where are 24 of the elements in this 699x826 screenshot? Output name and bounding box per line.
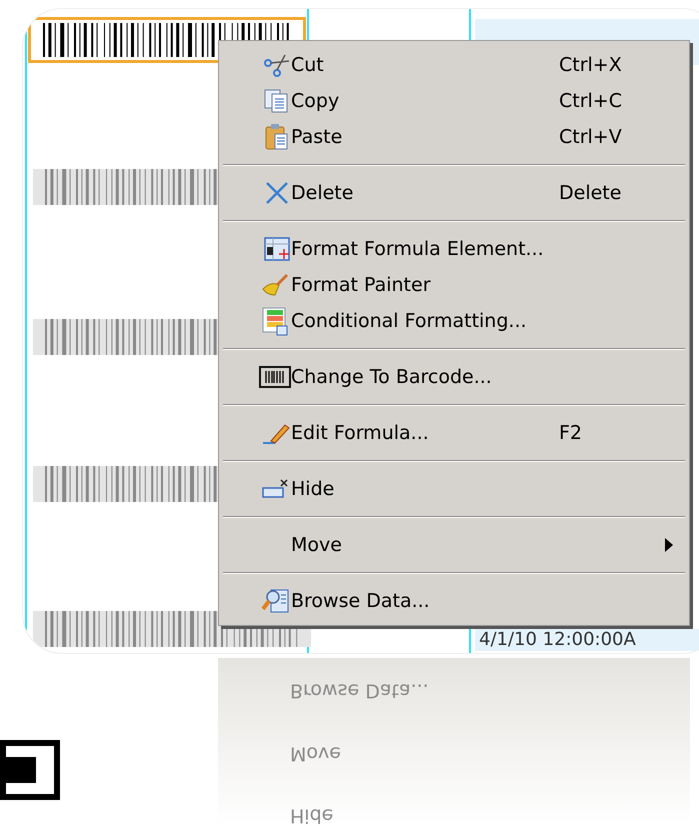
menu-item[interactable]: Format Painter — [219, 267, 689, 303]
date-cell: 4/1/10 12:00:00A — [475, 629, 699, 651]
menu-item[interactable]: Delete Delete — [219, 175, 689, 211]
close-icon — [263, 180, 291, 206]
reflected-label: Browse Data... — [290, 678, 429, 704]
square-icon — [0, 740, 62, 800]
browse-data-icon — [261, 587, 291, 615]
menu-item[interactable]: Cut Ctrl+X — [219, 47, 689, 83]
menu-item[interactable]: Browse Data... — [219, 583, 689, 619]
table-format-icon — [263, 236, 291, 262]
submenu-arrow-icon — [665, 538, 673, 552]
menu-item[interactable]: Change To Barcode... — [219, 359, 689, 395]
reflected-label: Move — [290, 741, 341, 766]
menu-item[interactable]: Copy Ctrl+C — [219, 83, 689, 119]
reflected-label: Hide — [290, 804, 334, 826]
menu-item[interactable]: Move — [219, 527, 689, 563]
menu-item[interactable]: Hide — [219, 471, 689, 507]
menu-item[interactable]: Format Formula Element... — [219, 231, 689, 267]
menu-item[interactable]: Conditional Formatting... — [219, 303, 689, 339]
menu-item[interactable]: Paste Ctrl+V — [219, 119, 689, 155]
menu-item[interactable]: Edit Formula... F2 — [219, 415, 689, 451]
scissors-icon — [263, 53, 291, 77]
paintbrush-icon — [261, 273, 291, 297]
barcode-icon — [259, 365, 291, 389]
